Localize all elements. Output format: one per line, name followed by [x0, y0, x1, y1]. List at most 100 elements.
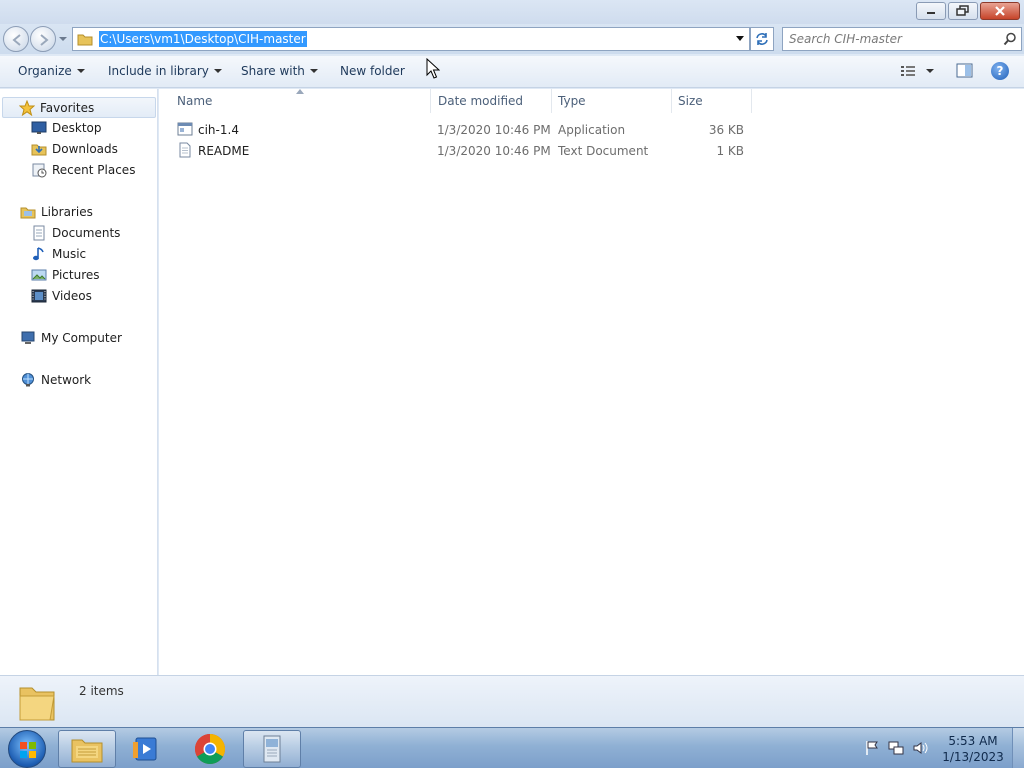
help-icon: ?	[996, 64, 1004, 78]
new-folder-label: New folder	[340, 64, 405, 78]
nav-item-documents[interactable]: Documents	[31, 225, 120, 241]
nav-item-pictures[interactable]: Pictures	[31, 267, 100, 283]
clock-time: 5:53 AM	[948, 734, 998, 748]
details-view-icon	[901, 66, 915, 76]
include-in-library-chevron-icon	[213, 69, 222, 73]
column-header-size[interactable]: Size	[672, 89, 752, 113]
media-player-icon	[133, 737, 157, 761]
preview-pane-icon	[956, 63, 973, 78]
help-button[interactable]: ?	[991, 62, 1009, 80]
address-bar[interactable]: C:\Users\vm1\Desktop\CIH-master	[72, 27, 750, 51]
refresh-button[interactable]	[750, 27, 774, 51]
preview-pane-button[interactable]	[956, 63, 974, 82]
file-type: Application	[558, 123, 626, 137]
nav-item-label: Videos	[52, 289, 92, 303]
minimize-button[interactable]	[916, 2, 946, 20]
close-icon	[995, 6, 1005, 16]
column-header-date-modified[interactable]: Date modified	[432, 89, 552, 113]
nav-favorites-label: Favorites	[40, 100, 95, 115]
organize-chevron-icon	[76, 69, 85, 73]
star-icon	[19, 99, 35, 116]
back-arrow-icon	[12, 34, 21, 46]
libraries-icon	[20, 207, 36, 219]
file-date-modified: 1/3/2020 10:46 PM	[437, 123, 551, 137]
taskbar-app-window-button[interactable]	[243, 730, 301, 768]
start-button[interactable]	[8, 730, 46, 768]
pictures-icon	[31, 269, 47, 281]
action-center-flag-icon[interactable]	[864, 740, 880, 756]
search-box[interactable]	[782, 27, 1022, 51]
column-header-size-label: Size	[678, 94, 703, 108]
nav-item-label: Downloads	[52, 142, 118, 156]
back-button[interactable]	[3, 26, 29, 52]
chrome-icon	[194, 734, 226, 765]
include-in-library-menu[interactable]: Include in library	[108, 64, 222, 78]
windows-logo-icon	[20, 742, 36, 758]
share-with-menu[interactable]: Share with	[241, 64, 318, 78]
change-view-button[interactable]	[900, 64, 934, 78]
volume-icon[interactable]	[912, 740, 928, 756]
address-path[interactable]: C:\Users\vm1\Desktop\CIH-master	[99, 31, 307, 47]
file-list: Name Date modified Type Size cih-1.4 1/3…	[159, 89, 1024, 675]
nav-network-label: Network	[41, 373, 92, 387]
show-desktop-button[interactable]	[1012, 728, 1024, 768]
nav-my-computer-label: My Computer	[41, 331, 122, 345]
restore-icon	[956, 5, 969, 16]
column-header-name[interactable]: Name	[171, 89, 431, 113]
close-button[interactable]	[980, 2, 1020, 20]
organize-label: Organize	[18, 64, 72, 78]
new-folder-button[interactable]: New folder	[340, 64, 405, 78]
nav-item-music[interactable]: Music	[31, 246, 86, 262]
nav-item-downloads[interactable]: Downloads	[31, 141, 118, 157]
table-row[interactable]: README 1/3/2020 10:46 PM Text Document 1…	[177, 141, 747, 161]
navigation-pane: Favorites Desktop Downloads Recent Place…	[0, 89, 158, 675]
text-document-icon	[179, 142, 191, 158]
nav-item-label: Recent Places	[52, 163, 136, 177]
command-bar: Organize Include in library Share with N…	[0, 56, 1024, 88]
refresh-icon	[756, 33, 768, 45]
nav-favorites[interactable]: Favorites	[2, 97, 156, 118]
folder-icon	[77, 34, 93, 46]
nav-item-desktop[interactable]: Desktop	[31, 120, 102, 136]
downloads-icon	[31, 144, 47, 156]
minimize-icon	[927, 12, 935, 14]
file-name: README	[198, 144, 250, 158]
recent-pages-chevron-icon[interactable]	[58, 34, 68, 44]
explorer-icon	[71, 739, 103, 763]
address-history-chevron-icon[interactable]	[735, 35, 745, 43]
nav-item-label: Pictures	[52, 268, 100, 282]
view-options-chevron-icon[interactable]	[926, 69, 934, 73]
documents-icon	[33, 225, 45, 241]
clock-date: 1/13/2023	[942, 750, 1004, 764]
nav-item-videos[interactable]: Videos	[31, 288, 92, 304]
taskbar-chrome-button[interactable]	[181, 730, 239, 768]
forward-button[interactable]	[30, 26, 56, 52]
restore-button[interactable]	[948, 2, 978, 20]
table-row[interactable]: cih-1.4 1/3/2020 10:46 PM Application 36…	[177, 120, 747, 140]
nav-item-label: Documents	[52, 226, 121, 240]
nav-network[interactable]: Network	[20, 372, 91, 388]
taskbar: 5:53 AM 1/13/2023	[0, 727, 1024, 768]
file-size: 36 KB	[708, 123, 744, 137]
forward-arrow-icon	[40, 34, 49, 46]
file-name: cih-1.4	[198, 123, 239, 137]
mouse-cursor-icon	[426, 58, 440, 79]
nav-libraries[interactable]: Libraries	[20, 204, 93, 220]
taskbar-clock[interactable]: 5:53 AM 1/13/2023	[940, 733, 1006, 765]
search-input[interactable]	[789, 32, 999, 46]
nav-item-recent-places[interactable]: Recent Places	[31, 162, 135, 178]
nav-item-label: Desktop	[52, 121, 102, 135]
network-icon	[22, 373, 34, 387]
network-status-icon[interactable]	[888, 740, 904, 756]
system-tray	[864, 740, 928, 756]
taskbar-explorer-button[interactable]	[58, 730, 116, 768]
title-bar	[0, 0, 1024, 24]
search-icon[interactable]	[1003, 32, 1017, 46]
column-header-date-label: Date modified	[438, 94, 524, 108]
recent-places-icon	[32, 163, 47, 178]
nav-my-computer[interactable]: My Computer	[20, 330, 122, 346]
organize-menu[interactable]: Organize	[18, 64, 85, 78]
details-pane: 2 items	[0, 675, 1024, 727]
column-header-type[interactable]: Type	[552, 89, 672, 113]
taskbar-media-player-button[interactable]	[118, 730, 176, 768]
